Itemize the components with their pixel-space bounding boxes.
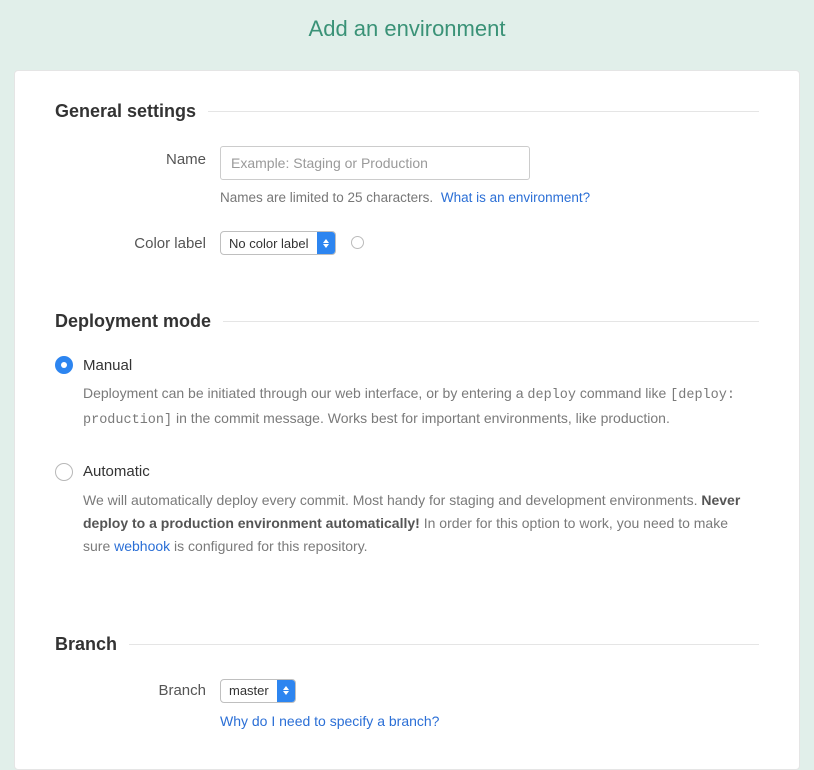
section-header-branch: Branch xyxy=(55,634,759,655)
select-arrows-icon xyxy=(317,232,335,254)
section-title-deployment: Deployment mode xyxy=(55,311,211,332)
radio-button-icon xyxy=(55,463,73,481)
section-rule xyxy=(208,111,759,112)
section-title-general: General settings xyxy=(55,101,196,122)
section-rule xyxy=(129,644,759,645)
form-row-branch: Branch master xyxy=(55,679,759,703)
radio-label-manual: Manual xyxy=(83,357,132,374)
radio-button-icon xyxy=(55,356,73,374)
what-is-environment-link[interactable]: What is an environment? xyxy=(441,190,590,205)
form-row-color: Color label No color label xyxy=(55,231,759,255)
radio-block-automatic: Automatic We will automatically deploy e… xyxy=(55,463,759,558)
label-color: Color label xyxy=(55,235,220,252)
branch-select[interactable]: master xyxy=(220,679,296,703)
page-title: Add an environment xyxy=(0,0,814,70)
name-help-text: Names are limited to 25 characters. xyxy=(220,190,433,205)
color-label-select[interactable]: No color label xyxy=(220,231,336,255)
section-title-branch: Branch xyxy=(55,634,117,655)
section-header-deployment: Deployment mode xyxy=(55,311,759,332)
radio-desc-manual: Deployment can be initiated through our … xyxy=(83,382,759,433)
main-panel: General settings Name Names are limited … xyxy=(14,70,800,770)
radio-block-manual: Manual Deployment can be initiated throu… xyxy=(55,356,759,433)
radio-desc-automatic: We will automatically deploy every commi… xyxy=(83,489,759,558)
color-swatch-preview xyxy=(351,236,364,249)
section-rule xyxy=(223,321,759,322)
webhook-link[interactable]: webhook xyxy=(114,538,170,554)
why-specify-branch-link[interactable]: Why do I need to specify a branch? xyxy=(220,713,439,729)
color-label-select-value: No color label xyxy=(221,232,317,254)
name-input[interactable] xyxy=(220,146,530,180)
form-row-name: Name xyxy=(55,146,759,180)
name-help-row: Names are limited to 25 characters. What… xyxy=(220,190,759,205)
select-arrows-icon xyxy=(277,680,295,702)
label-branch: Branch xyxy=(55,682,220,699)
radio-automatic[interactable]: Automatic xyxy=(55,463,759,481)
label-name: Name xyxy=(55,146,220,168)
branch-select-value: master xyxy=(221,680,277,702)
section-header-general: General settings xyxy=(55,101,759,122)
radio-manual[interactable]: Manual xyxy=(55,356,759,374)
radio-label-automatic: Automatic xyxy=(83,463,150,480)
